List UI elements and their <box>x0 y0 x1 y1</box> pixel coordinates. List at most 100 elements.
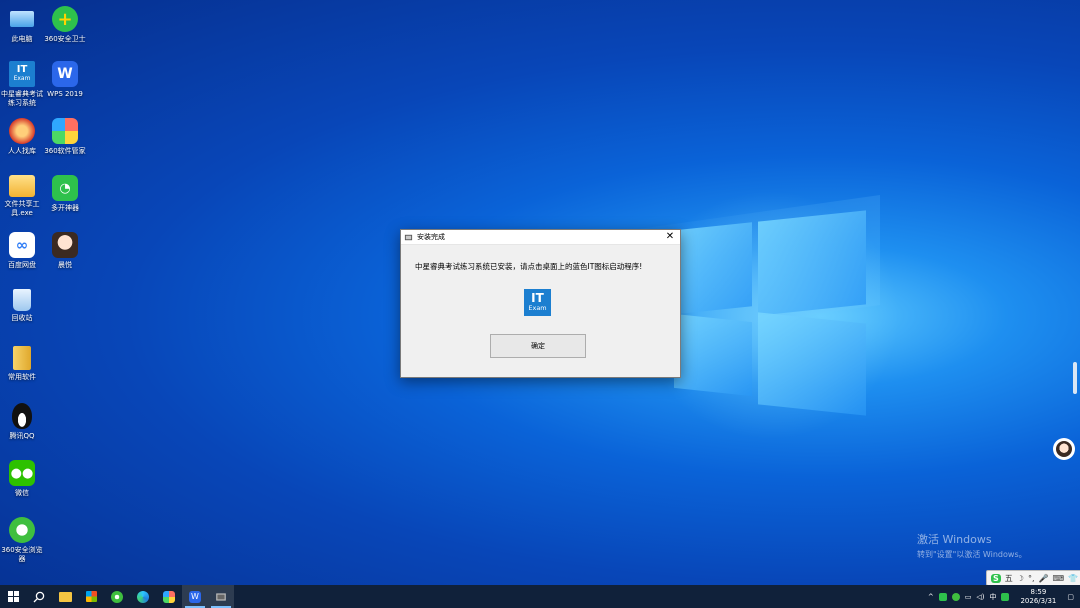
desktop-icon-it-exam[interactable]: IT Exam 中星睿典考试练习系统 <box>0 61 44 108</box>
desktop-icon-360-safeguard[interactable]: + 360安全卫士 <box>43 6 87 44</box>
desktop-icon-file-share[interactable]: 文件共享工具.exe <box>0 175 44 218</box>
desktop-icon-label: 360软件管家 <box>44 147 86 155</box>
windows-logo-pane-bl <box>674 313 752 397</box>
sogou-tray-icon[interactable] <box>1001 592 1010 601</box>
360-browser-icon <box>9 517 35 543</box>
floating-avatar-icon[interactable] <box>1053 438 1075 460</box>
dialog-title: 安装完成 <box>417 233 445 241</box>
desktop-icon-label: 360安全卫士 <box>44 35 86 43</box>
dialog-message: 中星睿典考试练习系统已安装，请点击桌面上的蓝色IT图标启动程序! <box>415 262 643 271</box>
sogou-logo-icon[interactable]: S <box>991 573 1001 583</box>
desktop-icon-label: 人人找库 <box>8 147 36 155</box>
desktop-icon-360-browser[interactable]: 360安全浏览器 <box>0 517 44 564</box>
multi-open-icon: ◔ <box>52 175 78 201</box>
taskbar-file-explorer[interactable] <box>52 585 78 608</box>
search-button[interactable] <box>26 585 52 608</box>
moon-icon[interactable]: ☽ <box>1017 574 1024 583</box>
store-bag-icon <box>85 591 97 602</box>
desktop-icon-label: 360安全浏览器 <box>1 546 43 563</box>
360-browser-icon <box>111 590 123 603</box>
desktop-icon-label: WPS 2019 <box>47 90 83 98</box>
desktop-icon-recycle-bin[interactable]: 回收站 <box>0 289 44 323</box>
desktop-icon-common-software[interactable]: 常用软件 <box>0 346 44 382</box>
taskbar: W <box>0 585 1080 608</box>
close-icon[interactable]: ✕ <box>664 230 676 244</box>
start-button[interactable] <box>0 585 26 608</box>
desktop-icon-qq[interactable]: 腾讯QQ <box>0 403 44 441</box>
desktop-icon-label: 微信 <box>15 489 29 497</box>
360-software-manager-icon <box>52 118 78 144</box>
avatar-icon <box>52 232 78 258</box>
voice-icon[interactable]: 🎤 <box>1038 574 1048 583</box>
dialog-titlebar[interactable]: 安装完成 ✕ <box>401 230 680 245</box>
it-logo-text: IT <box>531 290 544 305</box>
folder-icon <box>9 175 35 197</box>
desktop-icon-baidu-netdisk[interactable]: ∞ 百度网盘 <box>0 232 44 270</box>
taskbar-store[interactable] <box>78 585 104 608</box>
activation-subtitle: 转到"设置"以激活 Windows。 <box>917 550 1027 559</box>
taskbar-installer[interactable] <box>208 585 234 608</box>
notification-center-icon[interactable]: ▢ <box>1067 593 1074 601</box>
punctuation-icon[interactable]: °, <box>1028 574 1035 583</box>
windows-start-icon <box>7 591 19 602</box>
desktop-icon-wechat[interactable]: ●● 微信 <box>0 460 44 498</box>
network-icon[interactable]: ▭ <box>965 593 972 601</box>
folder-icon <box>58 591 72 602</box>
tray-360-icon[interactable] <box>951 592 960 601</box>
desktop-icon-label: 回收站 <box>11 314 33 322</box>
exam-logo-text: Exam <box>528 303 547 312</box>
side-slider-handle[interactable] <box>1073 362 1077 394</box>
activation-watermark: 激活 Windows 转到"设置"以激活 Windows。 <box>917 531 1027 560</box>
wps-icon: W <box>52 61 78 87</box>
desktop-icon-wps[interactable]: W WPS 2019 <box>43 61 87 99</box>
taskbar-360-software-manager[interactable] <box>156 585 182 608</box>
system-tray: ^ ▭ ◁) 中 8:59 2026/3/31 ▢ <box>928 585 1080 608</box>
desktop-icon-this-pc[interactable]: 此电脑 <box>0 6 44 44</box>
clock-time: 8:59 <box>1030 587 1047 596</box>
360-safeguard-icon: + <box>52 6 78 32</box>
desktop-icon-game[interactable]: 人人找库 <box>0 118 44 156</box>
show-hidden-icons-chevron-up-icon[interactable]: ^ <box>928 593 934 601</box>
game-character-icon <box>9 118 35 144</box>
windows-logo-pane-tl <box>680 222 752 314</box>
search-icon <box>33 591 45 602</box>
ime-toolbar[interactable]: S 五 ☽ °, 🎤 ⌨ 👕 ▦ <box>986 570 1080 586</box>
wechat-icon: ●● <box>9 460 35 486</box>
edge-icon <box>137 590 149 603</box>
desktop-icon-avatar[interactable]: 晨悦 <box>43 232 87 270</box>
ime-mode[interactable]: 五 <box>1005 573 1013 584</box>
keyboard-icon[interactable]: ⌨ <box>1052 574 1064 583</box>
desktop-icon-multi-open[interactable]: ◔ 多开神器 <box>43 175 87 213</box>
recycle-bin-icon <box>13 289 31 311</box>
activation-title: 激活 Windows <box>917 533 992 546</box>
ok-button[interactable]: 确定 <box>490 334 586 358</box>
it-badge-text: IT <box>16 64 28 75</box>
taskbar-edge[interactable] <box>130 585 156 608</box>
desktop-icon-label: 此电脑 <box>11 35 33 43</box>
desktop-icon-label: 中星睿典考试练习系统 <box>1 90 43 107</box>
desktop-icon-label: 晨悦 <box>58 261 72 269</box>
wps-icon: W <box>189 590 201 603</box>
desktop-icon-label: 百度网盘 <box>8 261 36 269</box>
windows-logo-pane-tr <box>758 210 866 316</box>
shirt-icon[interactable]: 👕 <box>1068 574 1078 583</box>
installer-icon <box>216 592 226 601</box>
desktop-icon-label: 腾讯QQ <box>9 432 35 440</box>
input-language[interactable]: 中 <box>989 592 996 602</box>
desktop-icon-label: 文件共享工具.exe <box>4 200 40 217</box>
tray-app-icon[interactable] <box>938 592 947 601</box>
clock-date: 2026/3/31 <box>1020 596 1057 605</box>
baidu-netdisk-icon: ∞ <box>9 232 35 258</box>
taskbar-360-browser[interactable] <box>104 585 130 608</box>
qq-penguin-icon <box>12 403 32 429</box>
it-exam-icon: IT Exam <box>9 61 35 87</box>
desktop-icon-360-software-manager[interactable]: 360软件管家 <box>43 118 87 156</box>
volume-icon[interactable]: ◁) <box>976 593 984 601</box>
folder-archive-icon <box>13 346 31 370</box>
desktop-icon-label: 多开神器 <box>51 204 79 212</box>
computer-icon <box>10 11 34 27</box>
exam-badge-text: Exam <box>13 75 31 82</box>
windows-logo-pane-br <box>758 312 866 416</box>
clock[interactable]: 8:59 2026/3/31 <box>1020 588 1056 606</box>
taskbar-wps[interactable]: W <box>182 585 208 608</box>
